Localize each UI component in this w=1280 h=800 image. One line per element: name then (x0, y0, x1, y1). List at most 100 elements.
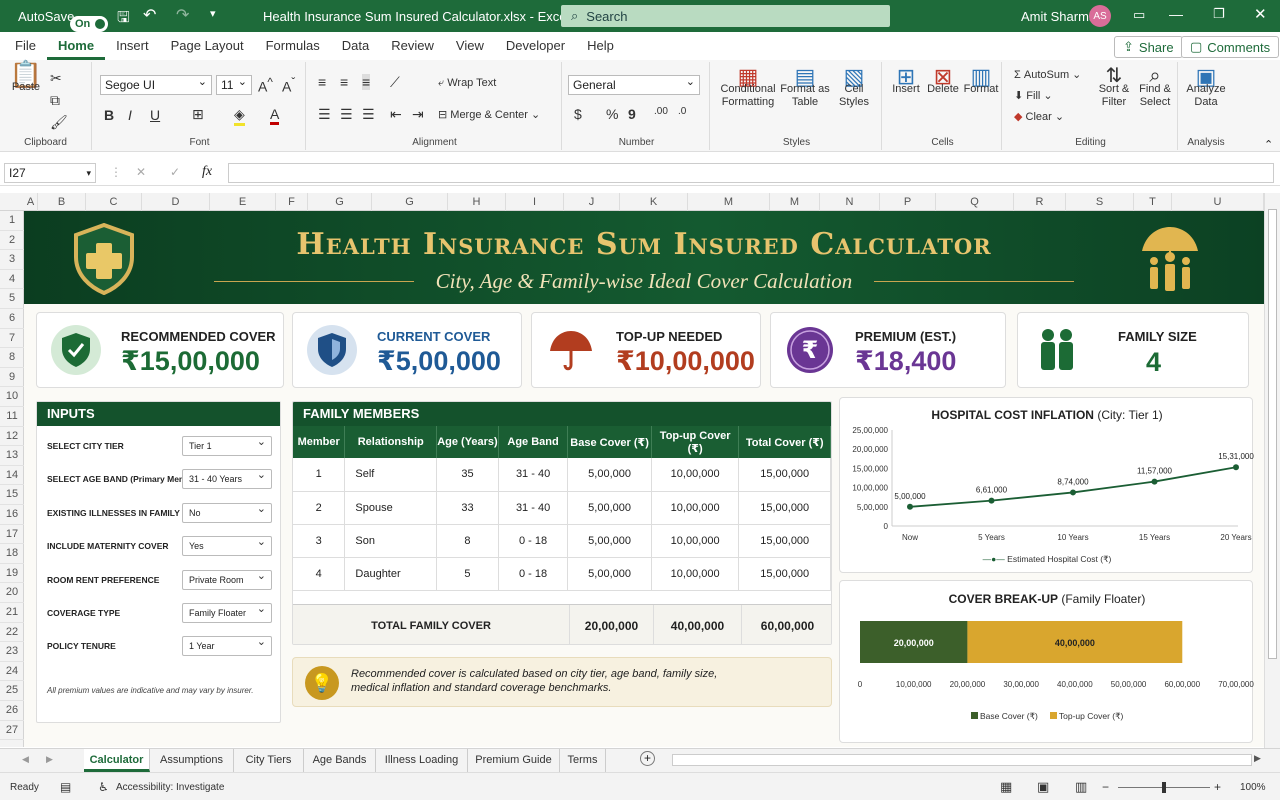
column-header[interactable]: N (820, 193, 880, 211)
wrap-text-button[interactable]: ⤶ Wrap Text (438, 77, 496, 90)
column-header[interactable]: K (620, 193, 688, 211)
input-select[interactable]: Family Floater (182, 600, 272, 623)
input-select[interactable]: 31 - 40 Years (182, 466, 272, 490)
align-middle-icon[interactable]: ≡ (340, 74, 348, 90)
vertical-scrollbar[interactable] (1264, 193, 1280, 748)
table-cell[interactable]: 0 - 18 (498, 557, 569, 591)
add-sheet-icon[interactable]: + (640, 751, 655, 766)
row-header[interactable]: 13 (0, 446, 24, 466)
format-as-table-button[interactable]: ▤ Format as Table (780, 66, 830, 109)
cut-icon[interactable]: ✂ (50, 70, 62, 87)
currency-icon[interactable]: $ (574, 106, 582, 122)
formula-input[interactable] (228, 163, 1274, 183)
table-cell[interactable]: 33 (436, 491, 499, 525)
table-cell[interactable]: 5,00,000 (567, 524, 652, 558)
table-cell[interactable]: 0 - 18 (498, 524, 569, 558)
cancel-icon[interactable]: ✕ (136, 165, 146, 179)
column-header[interactable]: E (210, 193, 276, 211)
undo-icon[interactable]: ↶ (143, 5, 156, 25)
data-point[interactable] (907, 503, 913, 510)
format-painter-icon[interactable]: 🖌 (50, 114, 68, 131)
close-icon[interactable]: ✕ (1254, 5, 1267, 23)
macro-record-icon[interactable]: ▤ (60, 780, 71, 794)
search-box[interactable]: ⌕ Search (561, 5, 890, 27)
autosum-button[interactable]: Σ AutoSum ⌄ (1014, 69, 1081, 82)
table-cell[interactable]: 1 (293, 458, 346, 492)
scroll-right-icon[interactable]: ▶ (1254, 753, 1261, 764)
italic-icon[interactable]: I (128, 107, 132, 123)
page-layout-icon[interactable]: ▣ (1037, 779, 1049, 795)
column-header[interactable]: A (24, 193, 38, 211)
restore-icon[interactable]: ❐ (1213, 6, 1225, 22)
row-header[interactable]: 12 (0, 427, 24, 447)
menu-developer[interactable]: Developer (495, 32, 576, 60)
column-header[interactable]: T (1134, 193, 1172, 211)
accessibility-icon[interactable]: ♿ (98, 780, 109, 794)
table-cell[interactable]: 15,00,000 (738, 557, 831, 591)
share-button[interactable]: ⇪ Share (1114, 36, 1183, 58)
input-select[interactable]: 1 Year (182, 633, 272, 657)
menu-file[interactable]: File (4, 32, 47, 60)
input-select[interactable]: Private Room (182, 567, 272, 590)
column-header[interactable]: Q (936, 193, 1014, 211)
ribbon-display-icon[interactable]: ▭ (1133, 7, 1145, 23)
table-cell[interactable]: 3 (293, 524, 346, 558)
sheet-tab-age-bands[interactable]: Age Bands (304, 749, 376, 772)
column-header[interactable]: D (142, 193, 210, 211)
menu-review[interactable]: Review (380, 32, 445, 60)
menu-home[interactable]: Home (46, 32, 106, 60)
zoom-level[interactable]: 100% (1240, 782, 1266, 793)
column-header[interactable]: G (308, 193, 372, 211)
menu-data[interactable]: Data (331, 32, 380, 60)
input-select[interactable]: Yes (182, 533, 272, 557)
save-icon[interactable]: 🖫 (117, 7, 130, 32)
table-cell[interactable]: 31 - 40 (498, 491, 569, 525)
column-header[interactable]: G (372, 193, 448, 211)
row-header[interactable]: 14 (0, 466, 24, 486)
number-format-select[interactable]: General (568, 73, 700, 95)
table-cell[interactable]: 10,00,000 (651, 524, 740, 558)
row-header[interactable]: 20 (0, 583, 24, 603)
analyze-data-button[interactable]: ▣ Analyze Data (1184, 66, 1228, 109)
increase-font-icon[interactable]: A^ (258, 76, 273, 95)
horizontal-scrollbar[interactable] (672, 754, 1252, 766)
autosave-toggle[interactable]: On (70, 16, 108, 32)
sort-filter-button[interactable]: ⇅ Sort & Filter (1096, 66, 1132, 109)
row-header[interactable]: 27 (0, 721, 24, 741)
merge-center-button[interactable]: ⊟ Merge & Center ⌄ (438, 109, 540, 122)
table-cell[interactable]: 31 - 40 (498, 458, 569, 492)
column-header[interactable]: H (448, 193, 506, 211)
column-header[interactable]: M (770, 193, 820, 211)
input-select[interactable]: No (182, 500, 272, 523)
row-header[interactable]: 10 (0, 387, 24, 407)
orientation-icon[interactable]: ⟋ (390, 74, 400, 91)
row-header[interactable]: 17 (0, 525, 24, 545)
align-left-icon[interactable]: ☰ (318, 106, 331, 123)
function-icon[interactable]: fx (202, 164, 212, 180)
data-point[interactable] (1233, 464, 1239, 471)
row-header[interactable]: 9 (0, 368, 24, 388)
copy-icon[interactable]: ⧉ (50, 92, 60, 109)
avatar[interactable]: AS (1089, 5, 1111, 27)
column-header[interactable]: R (1014, 193, 1066, 211)
column-header[interactable]: P (880, 193, 936, 211)
table-cell[interactable]: Spouse (344, 491, 438, 525)
zoom-out-icon[interactable]: − (1102, 780, 1109, 794)
table-cell[interactable]: 15,00,000 (738, 524, 831, 558)
table-cell[interactable]: 10,00,000 (651, 491, 740, 525)
table-cell[interactable]: Son (344, 524, 438, 558)
fill-button[interactable]: ⬇ Fill ⌄ (1014, 90, 1053, 103)
row-header[interactable]: 5 (0, 289, 24, 309)
format-cells-button[interactable]: ▥ Format (962, 66, 1000, 96)
decrease-decimal-icon[interactable]: .0 (678, 106, 686, 117)
delete-cells-button[interactable]: ⊠ Delete (924, 66, 962, 96)
comma-icon[interactable]: 9 (628, 106, 636, 122)
data-point[interactable] (988, 497, 995, 504)
redo-icon[interactable]: ↷ (176, 5, 189, 25)
column-header[interactable]: M (688, 193, 770, 211)
underline-icon[interactable]: U (150, 107, 160, 123)
row-header[interactable]: 26 (0, 701, 24, 721)
zoom-in-icon[interactable]: + (1214, 780, 1221, 794)
table-cell[interactable]: 2 (293, 491, 346, 525)
align-right-icon[interactable]: ☰ (362, 106, 375, 123)
